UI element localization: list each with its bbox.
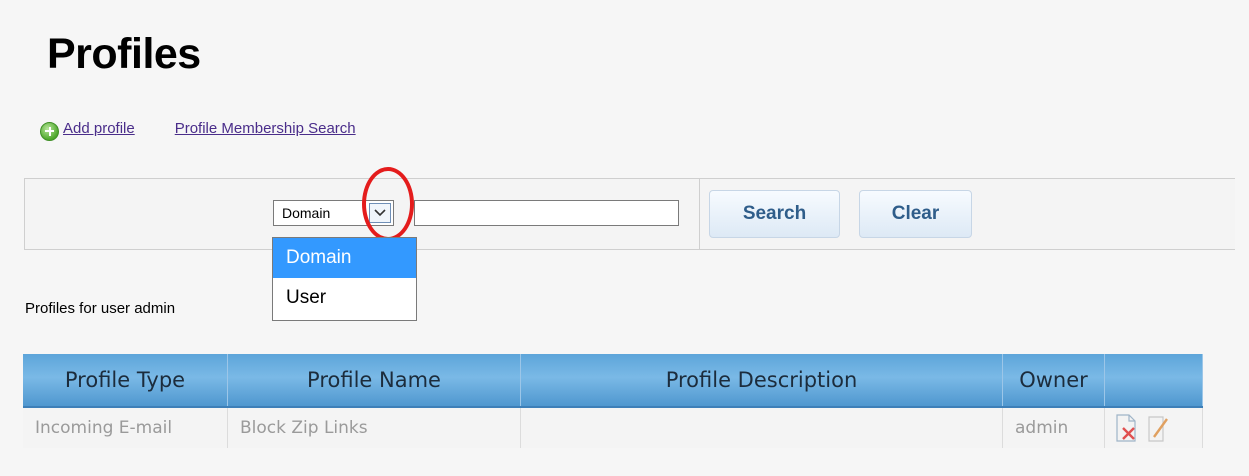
search-panel: Domain Search Clear <box>24 178 1235 250</box>
clear-button[interactable]: Clear <box>859 190 972 238</box>
dropdown-option-user[interactable]: User <box>273 278 416 318</box>
search-type-value: Domain <box>282 205 331 221</box>
page-title: Profiles <box>47 30 201 78</box>
header-profile-description[interactable]: Profile Description <box>521 354 1003 406</box>
dropdown-option-domain[interactable]: Domain <box>273 238 416 278</box>
cell-profile-description <box>521 408 1003 448</box>
add-icon[interactable] <box>40 121 59 141</box>
row-actions <box>1105 408 1203 448</box>
chevron-down-icon[interactable] <box>369 203 391 223</box>
search-type-select[interactable]: Domain <box>273 200 394 226</box>
action-links: Add profile Profile Membership Search <box>40 116 356 141</box>
add-profile-link[interactable]: Add profile <box>63 120 135 137</box>
header-actions <box>1105 354 1203 406</box>
profiles-table: Profile Type Profile Name Profile Descri… <box>23 354 1203 448</box>
search-type-dropdown: Domain User <box>272 237 417 321</box>
profile-membership-search-link[interactable]: Profile Membership Search <box>175 120 356 137</box>
profiles-caption: Profiles for user admin <box>25 300 176 317</box>
panel-divider <box>699 179 700 249</box>
header-profile-type[interactable]: Profile Type <box>23 354 228 406</box>
edit-icon[interactable] <box>1145 413 1171 443</box>
cell-owner: admin <box>1003 408 1105 448</box>
header-owner[interactable]: Owner <box>1003 354 1105 406</box>
cell-profile-name: Block Zip Links <box>228 408 521 448</box>
table-header: Profile Type Profile Name Profile Descri… <box>23 354 1203 408</box>
search-button[interactable]: Search <box>709 190 840 238</box>
delete-icon[interactable] <box>1113 413 1139 443</box>
table-row[interactable]: Incoming E-mail Block Zip Links admin <box>23 408 1203 448</box>
search-input[interactable] <box>414 200 679 226</box>
header-profile-name[interactable]: Profile Name <box>228 354 521 406</box>
cell-profile-type: Incoming E-mail <box>23 408 228 448</box>
